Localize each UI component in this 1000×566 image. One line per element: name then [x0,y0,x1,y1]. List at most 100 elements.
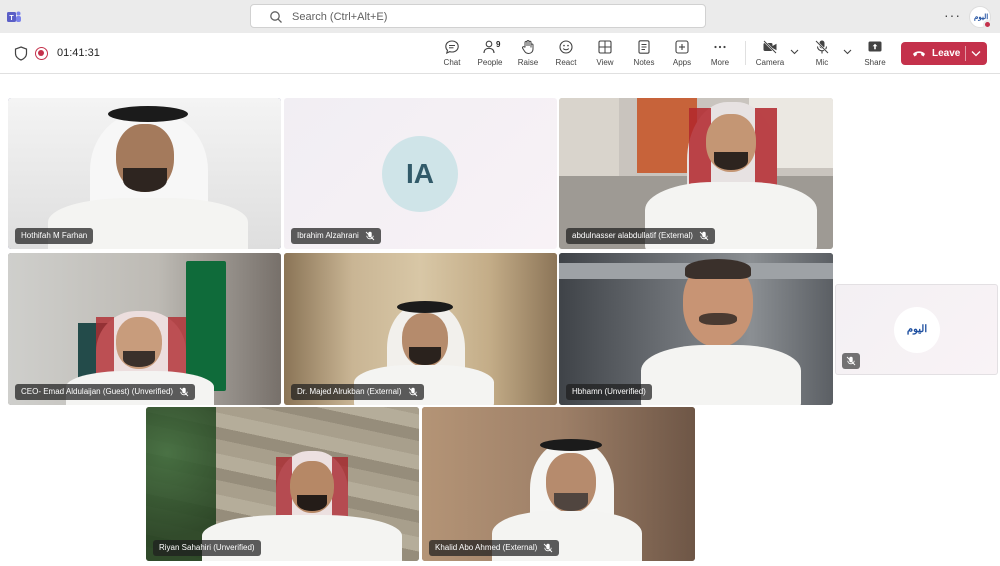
search-icon [270,11,282,23]
hang-up-icon [913,51,925,57]
video-tile[interactable]: اليوم [835,284,998,375]
mic-muted-icon [408,387,417,397]
mic-options-chevron-icon[interactable] [843,49,852,55]
chat-icon [445,40,459,54]
leave-label: Leave [932,48,961,59]
participant-name: CEO- Emad Aldulaijan (Guest) (Unverified… [21,387,174,396]
participant-nameplate: Dr. Majed Alrukban (External) [291,384,424,400]
participant-nameplate: Hbhamn (Unverified) [566,384,652,400]
mic-muted-icon [543,543,553,553]
camera-button[interactable]: Camera [750,39,790,71]
meeting-timer: 01:41:31 [57,47,100,59]
chat-button[interactable]: Chat [432,39,472,71]
share-label: Share [864,58,886,67]
view-label: View [596,58,614,67]
participant-hair [685,259,751,279]
mic-muted-icon [179,387,189,397]
participant-moustache [699,313,737,325]
video-tile[interactable]: abdulnasser alabdullatif (External) [559,98,833,249]
participant-name: Hbhamn (Unverified) [572,387,646,396]
notes-icon [638,40,650,54]
participant-nameplate: abdulnasser alabdullatif (External) [566,228,715,244]
notes-button[interactable]: Notes [624,39,664,71]
participant-beard [714,152,748,170]
teams-logo-icon[interactable]: T [6,9,22,25]
leave-button[interactable]: Leave [901,42,987,65]
video-tile[interactable]: IA Ibrahim Alzahrani [284,98,557,249]
background-flag [186,261,226,391]
more-button[interactable]: More [700,39,740,71]
more-label: More [710,58,730,67]
toolbar-divider [745,41,746,65]
video-tile[interactable]: Hbhamn (Unverified) [559,253,833,405]
participant-nameplate: CEO- Emad Aldulaijan (Guest) (Unverified… [15,384,196,400]
video-tile[interactable]: Hothifah M Farhan [8,98,281,249]
apps-label: Apps [672,58,692,67]
participant-beard [297,495,327,511]
participant-agal [540,439,602,451]
leave-options-chevron-icon[interactable] [971,50,981,57]
participant-beard [554,493,588,511]
more-options-icon[interactable]: ··· [944,7,961,23]
participant-agal [397,301,453,313]
participant-name: Khalid Abo Ahmed (External) [435,543,538,552]
share-screen-icon [868,41,882,52]
search-box[interactable]: Search (Ctrl+Alt+E) [250,4,706,28]
mic-muted-icon [699,231,709,241]
participant-nameplate: Riyan Sahahiri (Unverified) [153,540,261,556]
apps-button[interactable]: Apps [662,39,702,71]
svg-text:T: T [9,15,14,22]
people-label: People [477,58,503,67]
share-button[interactable]: Share [855,39,895,71]
mic-muted-icon [365,231,375,241]
participant-name: Ibrahim Alzahrani [297,231,359,240]
notes-label: Notes [633,58,655,67]
react-button[interactable]: React [546,39,586,71]
mic-button[interactable]: Mic [802,39,842,71]
react-label: React [555,58,577,67]
participant-name: Dr. Majed Alrukban (External) [297,387,402,396]
people-count: 9 [496,40,501,49]
participant-beard [123,351,155,367]
video-tile[interactable]: Khalid Abo Ahmed (External) [422,407,695,561]
grid-view-icon [598,40,612,54]
camera-label: Camera [755,58,785,67]
participant-nameplate: Khalid Abo Ahmed (External) [429,540,560,556]
video-stage: Hothifah M Farhan IA Ibrahim Alzahrani a… [0,74,1000,566]
camera-off-icon [763,40,777,54]
raise-hand-button[interactable]: Raise [508,39,548,71]
hand-icon [521,40,534,55]
participant-beard [409,347,441,365]
participant-beard [123,168,167,192]
mic-label: Mic [815,58,829,67]
search-input[interactable]: Search (Ctrl+Alt+E) [292,11,387,23]
video-tile[interactable]: Dr. Majed Alrukban (External) [284,253,557,405]
participant-name: Riyan Sahahiri (Unverified) [159,543,255,552]
people-button[interactable]: 9 People [470,39,510,71]
video-tile[interactable]: CEO- Emad Aldulaijan (Guest) (Unverified… [8,253,281,405]
avatar: اليوم [894,307,940,353]
participant-name: abdulnasser alabdullatif (External) [572,231,693,240]
participant-nameplate: Ibrahim Alzahrani [291,228,381,244]
profile-avatar[interactable]: اليوم [969,6,992,29]
meeting-toolbar: 01:41:31 Chat 9 People Raise React View … [0,33,1000,74]
participant-clothing [641,345,801,405]
chat-label: Chat [443,58,461,67]
recording-icon [35,47,48,60]
smiley-icon [559,40,573,54]
avatar: IA [382,136,458,212]
raise-label: Raise [517,58,539,67]
camera-options-chevron-icon[interactable] [790,49,799,55]
view-button[interactable]: View [585,39,625,71]
participant-nameplate: Hothifah M Farhan [15,228,94,244]
ellipsis-icon [714,45,726,49]
apps-icon [675,40,689,54]
participant-mic-status [842,353,860,369]
shield-icon[interactable] [14,46,28,61]
title-bar: T Search (Ctrl+Alt+E) ··· اليوم [0,0,1000,33]
video-tile[interactable]: Riyan Sahahiri (Unverified) [146,407,419,561]
mic-muted-icon [846,356,856,366]
mic-off-icon [815,40,829,54]
status-badge [983,20,992,29]
participant-name: Hothifah M Farhan [21,231,88,240]
